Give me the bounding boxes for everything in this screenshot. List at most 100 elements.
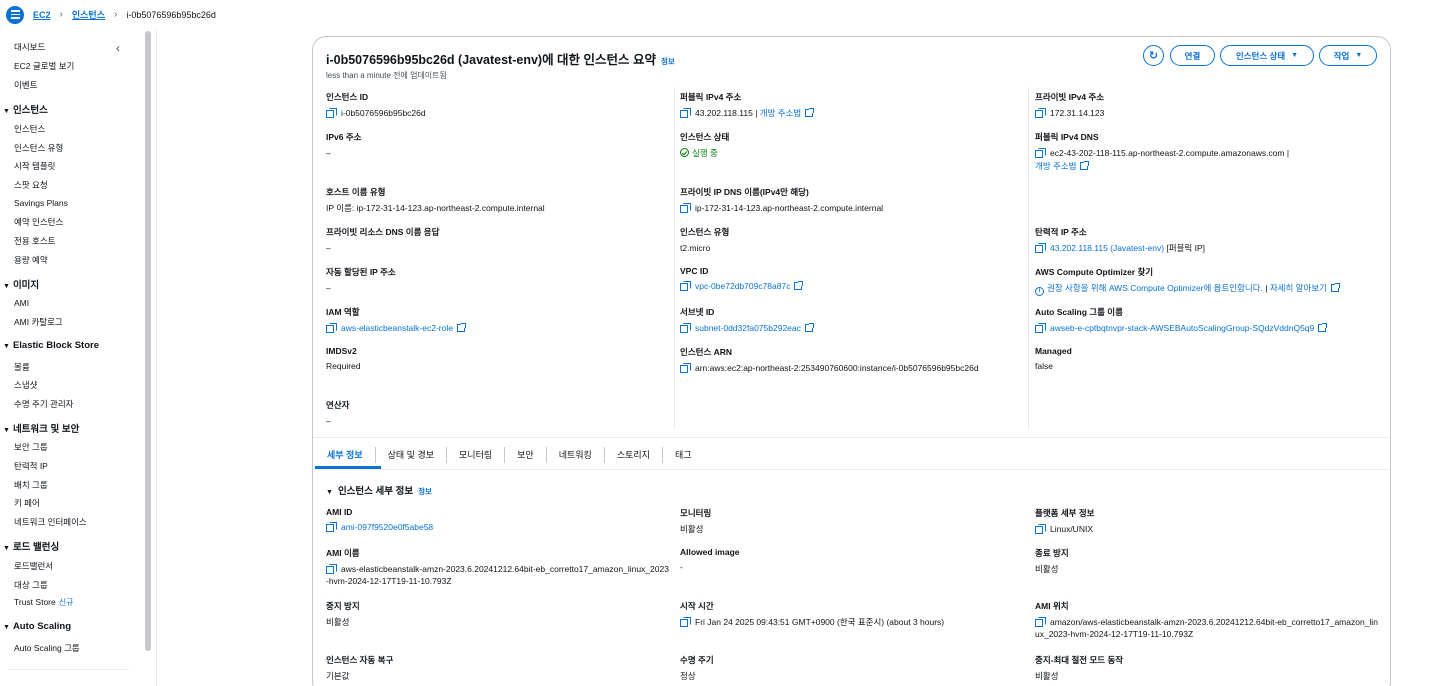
sidebar-item-instances[interactable]: 인스턴스 [14, 123, 45, 135]
sidebar-item-trust-stores[interactable]: Trust Store 신규 [14, 597, 73, 608]
sidebar-section-auto-scaling[interactable]: ▼ Auto Scaling [3, 621, 71, 632]
subnet-link[interactable]: subnet-0dd32fa075b292eac [695, 323, 801, 333]
copy-icon[interactable] [326, 323, 337, 333]
info-link[interactable]: 정보 [661, 57, 675, 66]
tab-details[interactable]: 세부 정보 [315, 447, 376, 463]
sidebar-item-elastic-ips[interactable]: 탄력적 IP [14, 460, 48, 472]
sidebar-item-global-view[interactable]: EC2 글로벌 보기 [14, 60, 74, 72]
sidebar-item-launch-templates[interactable]: 시작 템플릿 [14, 160, 55, 172]
sidebar-item-snapshots[interactable]: 스냅샷 [14, 379, 37, 391]
ami-id-link[interactable]: ami-097f9520e0f5abe58 [341, 522, 433, 532]
elastic-ip-suffix: [퍼블릭 IP] [1166, 243, 1205, 253]
sidebar-section-images[interactable]: ▼ 이미지 [3, 277, 39, 291]
sidebar-item-ami[interactable]: AMI [14, 298, 29, 308]
sidebar-item-placement-groups[interactable]: 배치 그룹 [14, 479, 48, 491]
field-label: 프라이빗 IP DNS 이름(IPv4만 해당) [680, 187, 809, 197]
sidebar-section-ebs[interactable]: ▼ Elastic Block Store [3, 340, 99, 351]
external-link-icon[interactable] [1080, 161, 1090, 170]
tab-status-alarms[interactable]: 상태 및 경보 [376, 447, 448, 463]
sidebar-section-load-balancing[interactable]: ▼ 로드 밸런싱 [3, 539, 59, 553]
compute-optimizer-link[interactable]: 권장 사항을 위해 AWS Compute Optimizer에 옵트인합니다. [1047, 283, 1263, 293]
auto-scaling-group-link[interactable]: awseb-e-cptbqtnvpr-stack-AWSEBAutoScalin… [1050, 323, 1314, 333]
collapse-sidebar-icon[interactable]: ‹ [116, 41, 120, 55]
copy-icon[interactable] [1035, 108, 1046, 118]
info-link[interactable]: 정보 [418, 487, 432, 496]
sidebar-item-volumes[interactable]: 볼륨 [14, 361, 30, 373]
sidebar-item-target-groups[interactable]: 대상 그룹 [14, 579, 48, 591]
instance-state-button[interactable]: 인스턴스 상태 ▼ [1220, 45, 1314, 66]
sidebar-item-savings-plans[interactable]: Savings Plans [14, 198, 68, 208]
tab-tags[interactable]: 태그 [663, 447, 704, 463]
sidebar-item-lifecycle-manager[interactable]: 수명 주기 관리자 [14, 398, 73, 410]
sidebar-item-dedicated-hosts[interactable]: 전용 호스트 [14, 235, 55, 247]
field-label: IAM 역할 [326, 307, 360, 317]
tab-networking[interactable]: 네트워킹 [547, 447, 605, 463]
sidebar-item-reserved-instances[interactable]: 예약 인스턴스 [14, 216, 63, 228]
copy-icon[interactable] [680, 617, 691, 627]
connect-button[interactable]: 연결 [1170, 45, 1215, 66]
copy-icon[interactable] [680, 203, 691, 213]
instance-details-header[interactable]: ▼ 인스턴스 세부 정보 정보 [326, 483, 432, 497]
field-label: 인스턴스 ID [326, 92, 369, 102]
copy-icon[interactable] [680, 363, 691, 373]
caret-down-icon: ▼ [3, 427, 10, 434]
external-link-icon[interactable] [456, 323, 466, 332]
tab-monitoring[interactable]: 모니터링 [447, 447, 506, 463]
caret-down-icon: ▼ [3, 283, 10, 290]
actions-button[interactable]: 작업 ▼ [1319, 45, 1377, 66]
breadcrumb-ec2[interactable]: EC2 [33, 10, 51, 20]
copy-icon[interactable] [680, 108, 691, 118]
copy-icon[interactable] [1035, 323, 1046, 333]
sidebar: ‹ 대시보드 EC2 글로벌 보기 이벤트 ▼ 인스턴스 인스턴스 인스턴스 유형… [0, 29, 141, 686]
field-label: 프라이빗 IPv4 주소 [1035, 92, 1105, 102]
learn-more-link[interactable]: 자세히 알아보기 [1270, 283, 1327, 293]
external-link-icon[interactable] [794, 281, 804, 290]
external-link-icon[interactable] [1330, 283, 1340, 292]
sidebar-section-label: 로드 밸런싱 [12, 542, 60, 553]
refresh-button[interactable]: ↻ [1143, 45, 1164, 66]
copy-icon[interactable] [1035, 617, 1046, 627]
copy-icon[interactable] [326, 108, 337, 118]
caret-down-icon: ▼ [326, 489, 333, 496]
external-link-icon[interactable] [805, 108, 815, 117]
sidebar-item-security-groups[interactable]: 보안 그룹 [14, 441, 48, 453]
copy-icon[interactable] [1035, 243, 1046, 253]
sidebar-item-ami-catalog[interactable]: AMI 카탈로그 [14, 316, 63, 328]
copy-icon[interactable] [1035, 524, 1046, 534]
copy-icon[interactable] [326, 564, 337, 574]
field-label: 서브넷 ID [680, 307, 715, 317]
open-address-link[interactable]: 개방 주소법 [1035, 161, 1076, 171]
field-label: VPC ID [680, 266, 709, 276]
sidebar-section-instances[interactable]: ▼ 인스턴스 [3, 102, 48, 116]
tab-security[interactable]: 보안 [505, 447, 547, 463]
sidebar-item-auto-scaling-groups[interactable]: Auto Scaling 그룹 [14, 642, 80, 654]
sidebar-item-spot-requests[interactable]: 스팟 요청 [14, 179, 48, 191]
sidebar-item-capacity-reservations[interactable]: 용량 예약 [14, 254, 48, 266]
iam-role-link[interactable]: aws-elasticbeanstalk-ec2-role [341, 323, 453, 333]
sidebar-item-network-interfaces[interactable]: 네트워크 인터페이스 [14, 516, 87, 528]
sidebar-section-network[interactable]: ▼ 네트워크 및 보안 [3, 421, 79, 435]
sidebar-item-instance-types[interactable]: 인스턴스 유형 [14, 142, 63, 154]
sidebar-item-events[interactable]: 이벤트 [14, 79, 37, 91]
field-auto-recovery: 인스턴스 자동 복구 기본값 [326, 654, 393, 682]
sidebar-item-dashboard[interactable]: 대시보드 [14, 41, 45, 53]
open-address-link[interactable]: 개방 주소법 [760, 108, 801, 118]
elastic-ip-link[interactable]: 43.202.118.115 (Javatest-env) [1050, 243, 1164, 253]
copy-icon[interactable] [680, 281, 691, 291]
breadcrumb-instances[interactable]: 인스턴스 [72, 8, 105, 21]
menu-icon[interactable] [6, 5, 24, 24]
sidebar-scrollbar-thumb[interactable] [145, 31, 151, 651]
copy-icon[interactable] [1035, 148, 1046, 158]
copy-icon[interactable] [680, 323, 691, 333]
field-compute-optimizer: AWS Compute Optimizer 찾기 i 권장 사항을 위해 AWS … [1035, 266, 1340, 296]
vpc-link[interactable]: vpc-0be72db709c78a87c [695, 281, 790, 291]
field-label: 호스트 이름 유형 [326, 187, 386, 197]
sidebar-item-load-balancers[interactable]: 로드밸런서 [14, 560, 53, 572]
instance-arn-value: arn:aws:ec2:ap-northeast-2:253490760600:… [695, 363, 979, 373]
page-title-text: i-0b5076596b95bc26d (Javatest-env)에 대한 인… [326, 53, 657, 67]
sidebar-item-key-pairs[interactable]: 키 페어 [14, 497, 40, 509]
tab-storage[interactable]: 스토리지 [605, 447, 663, 463]
external-link-icon[interactable] [1318, 323, 1328, 332]
external-link-icon[interactable] [804, 323, 814, 332]
copy-icon[interactable] [326, 522, 337, 532]
